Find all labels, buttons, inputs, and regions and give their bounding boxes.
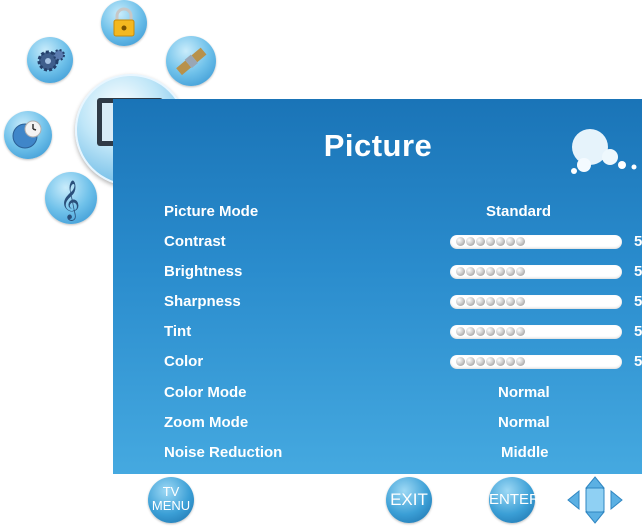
- menu-item-color[interactable]: Color 50: [164, 350, 642, 374]
- tint-value: 50: [634, 323, 642, 340]
- slider-dot: [466, 267, 475, 276]
- slider-fill: [456, 327, 525, 336]
- menu-item-label: Tint: [164, 323, 192, 340]
- brightness-slider[interactable]: [450, 265, 622, 279]
- slider-fill: [456, 267, 525, 276]
- slider-dot: [466, 327, 475, 336]
- slider-dot: [466, 297, 475, 306]
- setup-category-icon[interactable]: [27, 37, 73, 83]
- color-mode-value: Normal: [498, 384, 550, 401]
- slider-dot: [516, 297, 525, 306]
- enter-label: ENTER: [489, 491, 540, 508]
- menu-item-zoom-mode[interactable]: Zoom Mode Normal: [164, 411, 634, 435]
- slider-dot: [456, 357, 465, 366]
- clock-globe-icon: [12, 120, 42, 149]
- slider-dot: [496, 327, 505, 336]
- svg-text:𝄞: 𝄞: [60, 180, 80, 221]
- slider-fill: [456, 237, 525, 246]
- menu-item-noise-reduction[interactable]: Noise Reduction Middle: [164, 441, 634, 465]
- slider-dot: [506, 327, 515, 336]
- slider-dot: [476, 327, 485, 336]
- slider-dot: [506, 297, 515, 306]
- slider-dot: [476, 237, 485, 246]
- slider-dot: [476, 357, 485, 366]
- slider-dot: [496, 267, 505, 276]
- gear-icon: [37, 49, 65, 72]
- slider-dot: [496, 237, 505, 246]
- exit-label: EXIT: [390, 490, 428, 509]
- menu-item-contrast[interactable]: Contrast 50: [164, 230, 642, 254]
- picture-settings-panel: Picture Picture Mode Standard Contrast 5…: [113, 99, 642, 474]
- slider-dot: [486, 357, 495, 366]
- exit-button[interactable]: EXIT: [386, 477, 432, 523]
- slider-dot: [516, 357, 525, 366]
- slider-dot: [486, 267, 495, 276]
- zoom-mode-value: Normal: [498, 414, 550, 431]
- slider-dot: [456, 297, 465, 306]
- tv-menu-button[interactable]: TV MENU: [148, 477, 194, 523]
- slider-dot: [516, 267, 525, 276]
- time-category-icon[interactable]: [4, 111, 52, 159]
- menu-item-sharpness[interactable]: Sharpness 50: [164, 290, 642, 314]
- menu-item-label: Color: [164, 353, 204, 370]
- slider-dot: [516, 327, 525, 336]
- slider-dot: [486, 327, 495, 336]
- menu-item-label: Noise Reduction: [164, 444, 283, 461]
- slider-dot: [466, 357, 475, 366]
- menu-item-label: Brightness: [164, 263, 243, 280]
- slider-dot: [496, 357, 505, 366]
- tv-menu-label-line1: TV: [162, 484, 180, 499]
- slider-dot: [466, 237, 475, 246]
- slider-dot: [486, 297, 495, 306]
- menu-item-label: Sharpness: [164, 293, 241, 310]
- picture-mode-value: Standard: [486, 203, 552, 220]
- slider-dot: [486, 237, 495, 246]
- slider-dot: [456, 327, 465, 336]
- sharpness-value: 50: [634, 293, 642, 310]
- tv-menu-label-line2: MENU: [151, 498, 191, 513]
- color-value: 50: [634, 353, 642, 370]
- menu-item-color-mode[interactable]: Color Mode Normal: [164, 381, 634, 405]
- page-title: Picture: [323, 128, 433, 163]
- slider-dot: [496, 297, 505, 306]
- menu-item-label: Contrast: [164, 233, 226, 250]
- lock-icon: [113, 7, 135, 37]
- slider-dot: [506, 267, 515, 276]
- contrast-value: 50: [634, 233, 642, 250]
- menu-item-picture-mode[interactable]: Picture Mode Standard: [164, 200, 634, 224]
- menu-item-tint[interactable]: Tint 50: [164, 320, 642, 344]
- menu-item-label: Color Mode: [164, 384, 247, 401]
- slider-dot: [506, 357, 515, 366]
- navigation-arrows-icon[interactable]: [566, 475, 624, 525]
- sharpness-slider[interactable]: [450, 295, 622, 309]
- brightness-value: 50: [634, 263, 642, 280]
- slider-dot: [456, 267, 465, 276]
- slider-dot: [516, 237, 525, 246]
- bubbles-decoration-icon: [571, 129, 637, 174]
- menu-item-brightness[interactable]: Brightness 50: [164, 260, 642, 284]
- menu-item-label: Picture Mode: [164, 203, 259, 220]
- slider-fill: [456, 357, 525, 366]
- slider-dot: [476, 297, 485, 306]
- menu-item-label: Zoom Mode: [164, 414, 249, 431]
- slider-dot: [456, 237, 465, 246]
- contrast-slider[interactable]: [450, 235, 622, 249]
- slider-dot: [476, 267, 485, 276]
- noise-reduction-value: Middle: [501, 444, 549, 461]
- slider-dot: [506, 237, 515, 246]
- lock-category-icon[interactable]: [101, 0, 147, 46]
- tint-slider[interactable]: [450, 325, 622, 339]
- slider-fill: [456, 297, 525, 306]
- color-slider[interactable]: [450, 355, 622, 369]
- enter-button[interactable]: ENTER: [489, 477, 540, 523]
